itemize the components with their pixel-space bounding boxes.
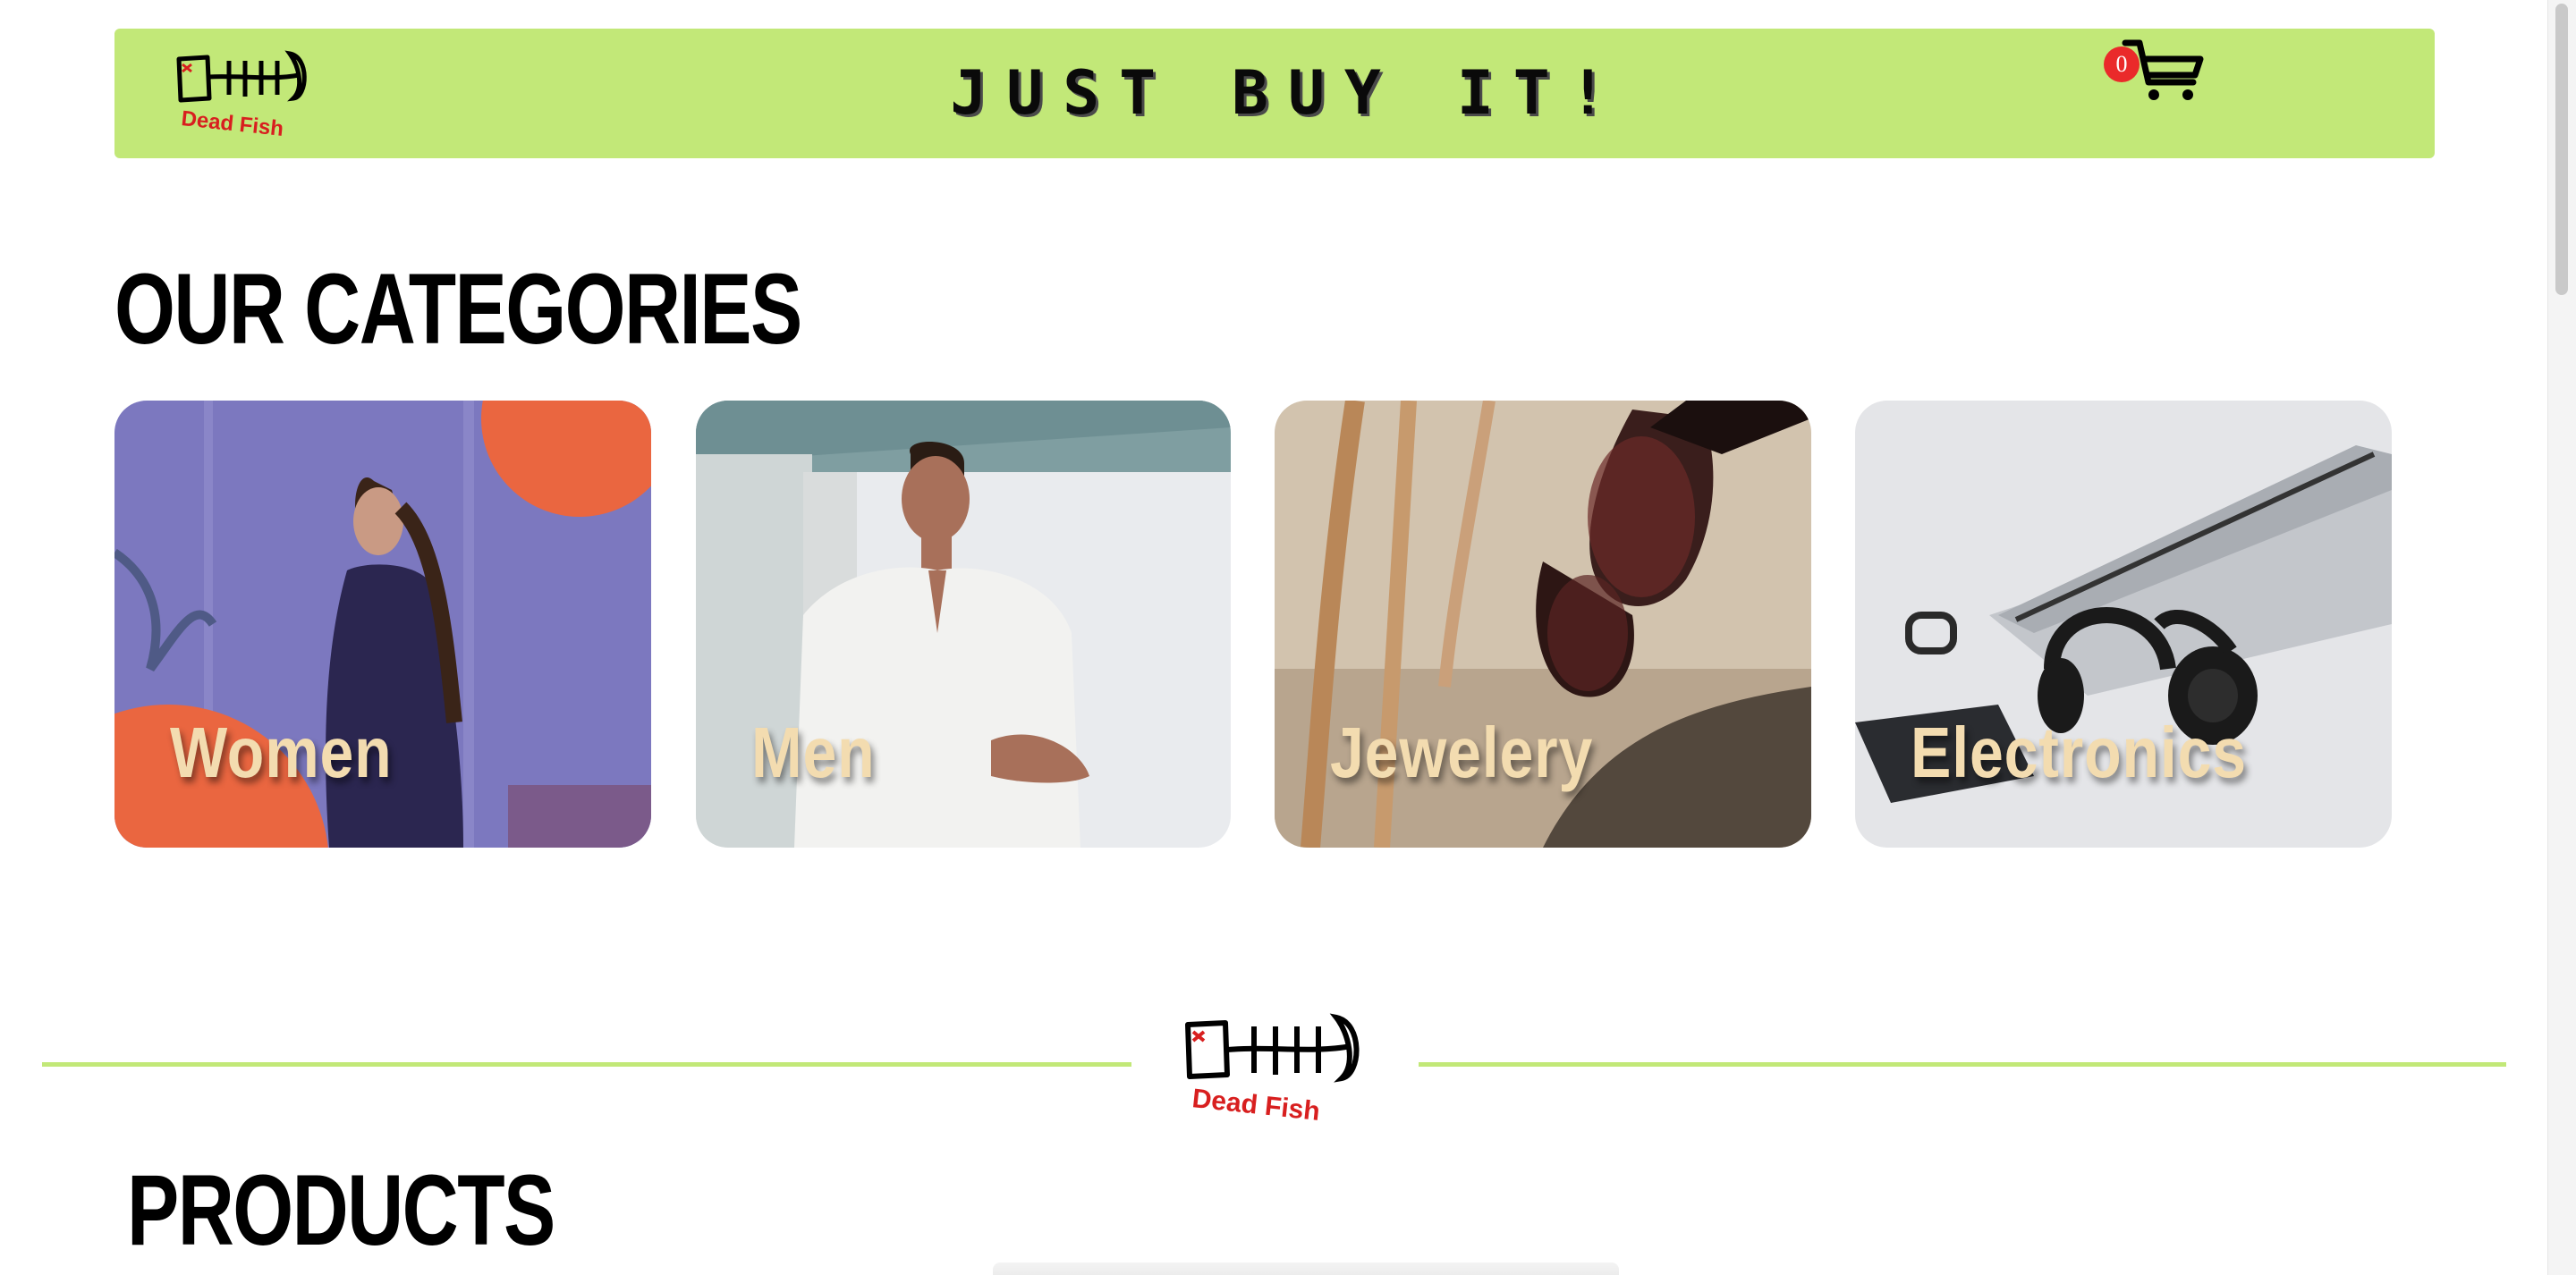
divider-line-right [1419,1062,2506,1067]
dead-fish-logo-center: Dead Fish [1185,1013,1360,1127]
center-logo-text: Dead Fish [1191,1084,1321,1127]
page-scrollbar[interactable] [2547,0,2576,1275]
category-label-electronics: Electronics [1911,713,2247,792]
cart-icon[interactable] [2120,23,2209,113]
top-header: Dead Fish JUST BUY IT! [114,29,2435,158]
category-label-women: Women [170,713,393,792]
category-label-jewelery: Jewelery [1330,713,1594,792]
product-card-peek [993,1262,1619,1275]
category-card-men[interactable]: Men [696,401,1231,848]
scrollbar-thumb[interactable] [2555,4,2568,295]
categories-title: OUR CATEGORIES [114,253,802,365]
category-card-jewelery[interactable]: Jewelery [1275,401,1811,848]
category-label-men: Men [751,713,876,792]
category-card-electronics[interactable]: Electronics [1855,401,2392,848]
divider-line-left [42,1062,1131,1067]
category-card-women[interactable]: Women [114,401,651,848]
banner-title: JUST BUY IT! [950,58,1626,129]
products-title: PRODUCTS [127,1154,555,1266]
